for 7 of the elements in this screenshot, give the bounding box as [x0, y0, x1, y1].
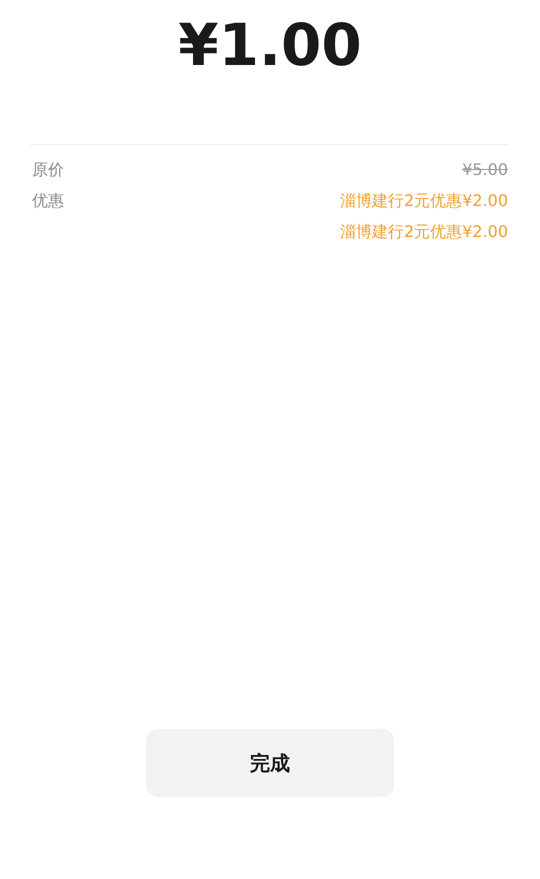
amount: ¥1.00 — [178, 10, 362, 81]
row-value: 淄博建行2元优惠¥2.00 — [340, 221, 508, 243]
row-label: 优惠 — [32, 190, 64, 212]
row-value: 淄博建行2元优惠¥2.00 — [340, 190, 508, 212]
row-value: ¥5.00 — [462, 159, 508, 181]
row-label: 原价 — [32, 159, 64, 181]
done-button[interactable]: 完成 — [146, 729, 394, 797]
